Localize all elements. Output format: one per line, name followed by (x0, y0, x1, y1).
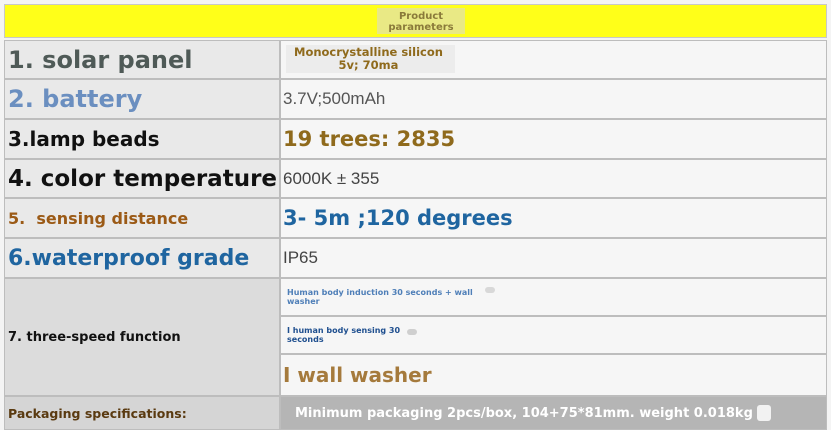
function-option-3-text: I wall washer (283, 363, 432, 387)
waterproof-grade-value: IP65 (283, 248, 318, 267)
waterproof-grade-label: 6.waterproof grade (8, 245, 250, 271)
header-bar: Product parameters (4, 4, 827, 38)
lamp-beads-value: 19 trees: 2835 (283, 127, 456, 151)
row-solar-panel: 1. solar panel Monocrystalline silicon 5… (4, 40, 827, 79)
sensing-distance-label: 5. sensing distance (8, 208, 189, 228)
row-sensing-distance: 5. sensing distance 3- 5m ;120 degrees (4, 198, 827, 238)
row-value-lamp-beads: 19 trees: 2835 (280, 119, 827, 159)
smudge-mark (485, 287, 495, 293)
row-packaging: Packaging specifications: Minimum packag… (4, 396, 827, 430)
row-value-packaging: Minimum packaging 2pcs/box, 104+75*81mm.… (280, 396, 827, 430)
header-title: Product parameters (377, 8, 465, 34)
function-option-2: I human body sensing 30 seconds (280, 316, 827, 354)
row-label-waterproof-grade: 6.waterproof grade (4, 238, 280, 278)
sensing-distance-value: 3- 5m ;120 degrees (283, 206, 513, 230)
row-label-three-speed-function: 7. three-speed function (4, 278, 280, 396)
row-label-color-temperature: 4. color temperature (4, 159, 280, 198)
smudge-mark (407, 329, 417, 335)
function-option-1-text: Human body induction 30 seconds + wall w… (287, 288, 473, 306)
row-waterproof-grade: 6.waterproof grade IP65 (4, 238, 827, 278)
function-option-1: Human body induction 30 seconds + wall w… (280, 278, 827, 316)
lamp-beads-label: 3.lamp beads (8, 127, 160, 151)
row-value-battery: 3.7V;500mAh (280, 79, 827, 119)
color-temperature-value: 6000K ± 355 (283, 168, 380, 188)
function-option-2-text: I human body sensing 30 seconds (287, 326, 401, 344)
battery-label: 2. battery (8, 85, 143, 113)
function-option-3: I wall washer (280, 354, 827, 396)
solar-panel-label: 1. solar panel (8, 45, 193, 74)
solar-panel-value-line2: 5v; 70ma (338, 58, 399, 72)
three-speed-function-label: 7. three-speed function (8, 329, 181, 345)
row-battery: 2. battery 3.7V;500mAh (4, 79, 827, 119)
row-label-battery: 2. battery (4, 79, 280, 119)
row-value-sensing-distance: 3- 5m ;120 degrees (280, 198, 827, 238)
row-label-packaging: Packaging specifications: (4, 396, 280, 430)
row-lamp-beads: 3.lamp beads 19 trees: 2835 (4, 119, 827, 159)
battery-value: 3.7V;500mAh (283, 89, 386, 108)
row-color-temperature: 4. color temperature 6000K ± 355 (4, 159, 827, 198)
row-value-waterproof-grade: IP65 (280, 238, 827, 278)
solar-panel-value: Monocrystalline silicon 5v; 70ma (286, 45, 455, 73)
color-temperature-label: 4. color temperature (8, 165, 278, 192)
packaging-label: Packaging specifications: (8, 405, 187, 421)
smudge-mark (756, 405, 771, 421)
row-label-lamp-beads: 3.lamp beads (4, 119, 280, 159)
row-label-sensing-distance: 5. sensing distance (4, 198, 280, 238)
row-value-solar-panel: Monocrystalline silicon 5v; 70ma (280, 40, 827, 79)
parameter-sheet: Product parameters 1. solar panel Monocr… (0, 0, 831, 430)
packaging-value: Minimum packaging 2pcs/box, 104+75*81mm.… (295, 405, 753, 421)
row-value-color-temperature: 6000K ± 355 (280, 159, 827, 198)
row-label-solar-panel: 1. solar panel (4, 40, 280, 79)
row-three-speed-function: 7. three-speed function Human body induc… (4, 278, 827, 396)
